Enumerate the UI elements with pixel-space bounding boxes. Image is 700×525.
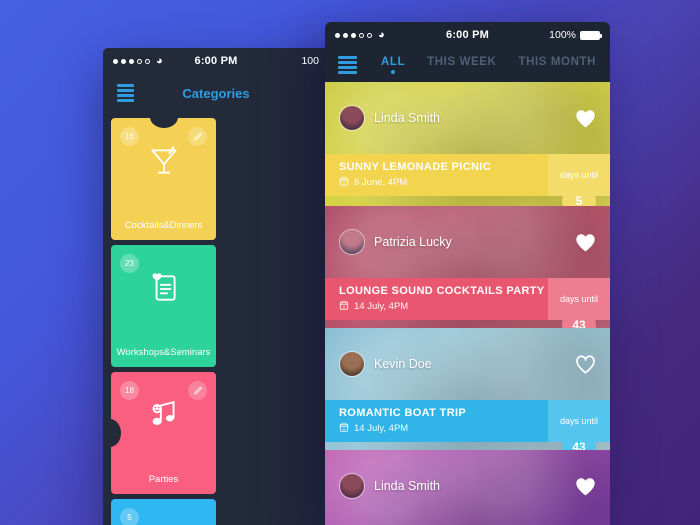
ticket-notch xyxy=(111,419,121,447)
back-battery-percent: 100 xyxy=(301,55,319,67)
tile-count-value: 18 xyxy=(125,386,134,395)
tab-all[interactable]: ALL xyxy=(381,56,405,74)
background-phone[interactable]: ◕ 6:00 PM 100 Categories 16 Cocktails&Din… xyxy=(103,48,329,525)
hamburger-menu-icon[interactable] xyxy=(338,56,357,74)
event-card[interactable]: Linda Smith SUNNY LEMONADE PICNIC 6 June, … xyxy=(325,82,610,206)
days-until-value: 43 xyxy=(562,430,596,450)
event-date: 14 July, 4PM xyxy=(354,301,409,312)
cocktail-glass-icon xyxy=(147,144,181,183)
days-until-value: 5 xyxy=(562,184,596,206)
calendar-icon xyxy=(339,176,349,189)
tile-pip-dot xyxy=(135,253,140,258)
avatar[interactable] xyxy=(339,105,365,131)
tile-count-badge: 5 xyxy=(120,507,140,525)
event-card-info-bar: SUNNY LEMONADE PICNIC 6 June, 4PM days unt… xyxy=(325,154,610,206)
event-host-name: Kevin Doe xyxy=(374,357,432,371)
tile-label: Cocktails&Dinners xyxy=(124,220,203,231)
category-tile[interactable]: 18 Parties xyxy=(111,372,216,494)
tile-pip-dot xyxy=(135,507,140,512)
notes-heart-icon xyxy=(147,271,181,310)
event-card-info-bar: LOUNGE SOUND COCKTAILS PARTY 14 July, 4PM… xyxy=(325,278,610,328)
event-card[interactable]: Patrizia Lucky LOUNGE SOUND COCKTAILS PAR… xyxy=(325,206,610,328)
front-battery-percent: 100% xyxy=(549,29,576,41)
battery-icon xyxy=(580,30,602,40)
avatar[interactable] xyxy=(339,229,365,255)
event-card[interactable]: Kevin Doe ROMANTIC BOAT TRIP 14 July, 4PM d… xyxy=(325,328,610,450)
event-card-header: Linda Smith xyxy=(325,450,610,522)
foreground-phone[interactable]: ◕ 6:00 PM 100% ALL THIS WEEK THIS MONTH Li… xyxy=(325,22,610,525)
days-until-value: 43 xyxy=(562,308,596,328)
heart-filled-icon[interactable] xyxy=(575,233,596,252)
tile-pip-dot xyxy=(135,380,140,385)
event-host-name: Linda Smith xyxy=(374,479,441,493)
music-note-icon xyxy=(147,398,181,437)
category-tile[interactable]: 16 Cocktails&Dinners xyxy=(111,118,216,240)
days-until-label: days until xyxy=(559,294,599,304)
calendar-icon xyxy=(339,300,349,313)
event-card[interactable]: Linda Smith xyxy=(325,450,610,525)
event-host-name: Patrizia Lucky xyxy=(374,235,452,249)
avatar[interactable] xyxy=(339,473,365,499)
edit-pencil-icon[interactable] xyxy=(188,381,207,400)
tile-count-badge: 16 xyxy=(120,126,140,146)
calendar-icon xyxy=(339,422,349,435)
tile-label: Parties xyxy=(148,474,179,485)
heart-filled-icon[interactable] xyxy=(575,477,596,496)
event-date: 14 July, 4PM xyxy=(354,423,409,434)
edit-pencil-icon[interactable] xyxy=(188,127,207,146)
avatar[interactable] xyxy=(339,351,365,377)
event-card-header: Kevin Doe xyxy=(325,328,610,400)
filter-tab-bar: ALL THIS WEEK THIS MONTH xyxy=(381,56,596,74)
back-status-time: 6:00 PM xyxy=(194,55,238,67)
event-feed-list[interactable]: Linda Smith SUNNY LEMONADE PICNIC 6 June, … xyxy=(325,82,610,525)
back-navbar: Categories xyxy=(103,74,329,112)
event-card-header: Linda Smith xyxy=(325,82,610,154)
days-until-label: days until xyxy=(559,416,599,426)
category-tile[interactable]: 23 Workshops&Seminars xyxy=(111,245,216,367)
tile-count-value: 16 xyxy=(125,132,134,141)
back-status-bar: ◕ 6:00 PM 100 xyxy=(103,48,329,74)
heart-outline-icon[interactable] xyxy=(575,354,596,374)
tile-pip-dot xyxy=(135,126,140,131)
event-host-name: Linda Smith xyxy=(374,111,441,125)
event-card-info-bar: ROMANTIC BOAT TRIP 14 July, 4PM days until… xyxy=(325,400,610,450)
front-navbar: ALL THIS WEEK THIS MONTH xyxy=(325,48,610,82)
front-status-bar: ◕ 6:00 PM 100% xyxy=(325,22,610,48)
days-until-badge: days until 43 xyxy=(548,278,610,328)
days-until-badge: days until 43 xyxy=(548,400,610,450)
category-tile-grid: 16 Cocktails&Dinners 23 Workshops&Seminars 1… xyxy=(103,112,329,525)
page-title: Categories xyxy=(182,85,250,101)
back-battery-area: 100 xyxy=(301,55,319,67)
tile-count-value: 5 xyxy=(127,513,132,522)
tab-this-month[interactable]: THIS MONTH xyxy=(518,56,596,74)
event-date: 6 June, 4PM xyxy=(354,177,408,188)
tab-this-week[interactable]: THIS WEEK xyxy=(427,56,496,74)
category-tile[interactable]: 5Picnics&Outdoors xyxy=(111,499,216,525)
days-until-label: days until xyxy=(559,170,599,180)
tile-count-badge: 23 xyxy=(120,253,140,273)
event-card-header: Patrizia Lucky xyxy=(325,206,610,278)
days-until-badge: days until 5 xyxy=(548,154,610,206)
tile-count-badge: 18 xyxy=(120,380,140,400)
ticket-notch xyxy=(149,118,178,128)
heart-filled-icon[interactable] xyxy=(575,109,596,128)
tile-count-value: 23 xyxy=(125,259,134,268)
front-battery-area: 100% xyxy=(549,29,602,41)
tile-label: Workshops&Seminars xyxy=(116,347,211,358)
